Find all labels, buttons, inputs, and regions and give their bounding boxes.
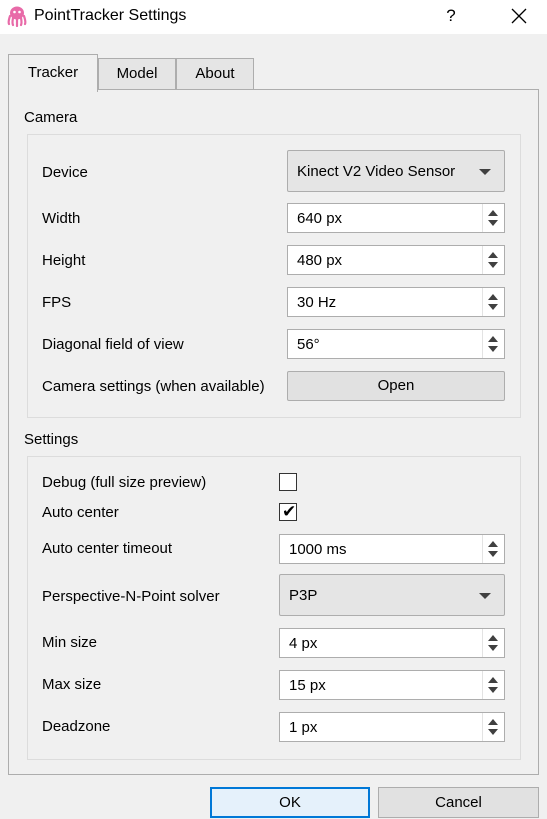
pnp-solver-combo[interactable]: P3P xyxy=(279,574,505,616)
arrow-down-icon[interactable] xyxy=(488,304,498,310)
height-label: Height xyxy=(42,252,86,269)
title-bar: PointTracker Settings ? xyxy=(0,0,547,34)
height-value: 480 px xyxy=(297,252,343,269)
height-spinbox[interactable]: 480 px xyxy=(287,245,505,275)
min-size-value: 4 px xyxy=(289,635,318,652)
spin-arrows[interactable] xyxy=(482,246,504,274)
arrow-up-icon[interactable] xyxy=(488,294,498,300)
arrow-up-icon[interactable] xyxy=(488,719,498,725)
camera-group: Device Kinect V2 Video Sensor Width 640 … xyxy=(27,134,521,418)
auto-center-timeout-label: Auto center timeout xyxy=(42,540,173,557)
max-size-value: 15 px xyxy=(289,677,326,694)
settings-section-title: Settings xyxy=(24,431,79,448)
arrow-down-icon[interactable] xyxy=(488,687,498,693)
fps-label: FPS xyxy=(42,294,72,311)
spin-arrows[interactable] xyxy=(482,535,504,563)
arrow-up-icon[interactable] xyxy=(488,210,498,216)
open-camera-settings-button[interactable]: Open xyxy=(287,371,505,401)
checkmark-icon: ✔ xyxy=(282,502,297,521)
help-button[interactable]: ? xyxy=(437,2,465,30)
arrow-down-icon[interactable] xyxy=(488,262,498,268)
min-size-label: Min size xyxy=(42,634,98,651)
fps-value: 30 Hz xyxy=(297,294,337,311)
fov-label: Diagonal field of view xyxy=(42,336,184,353)
auto-center-checkbox[interactable]: ✔ xyxy=(279,502,297,521)
cancel-button[interactable]: Cancel xyxy=(378,787,539,818)
chevron-down-icon xyxy=(479,169,491,175)
spin-arrows[interactable] xyxy=(482,713,504,741)
close-icon[interactable] xyxy=(505,4,533,30)
fov-value: 56° xyxy=(297,336,320,353)
width-spinbox[interactable]: 640 px xyxy=(287,203,505,233)
deadzone-label: Deadzone xyxy=(42,718,111,735)
tab-tracker[interactable]: Tracker xyxy=(8,54,98,92)
device-value: Kinect V2 Video Sensor xyxy=(297,163,456,180)
min-size-spinbox[interactable]: 4 px xyxy=(279,628,505,658)
ok-button[interactable]: OK xyxy=(210,787,370,818)
deadzone-spinbox[interactable]: 1 px xyxy=(279,712,505,742)
auto-center-timeout-spinbox[interactable]: 1000 ms xyxy=(279,534,505,564)
arrow-down-icon[interactable] xyxy=(488,729,498,735)
spin-arrows[interactable] xyxy=(482,629,504,657)
tab-panel-tracker: Camera Device Kinect V2 Video Sensor Wid… xyxy=(8,89,539,775)
tab-about[interactable]: About xyxy=(176,58,254,91)
auto-center-timeout-value: 1000 ms xyxy=(289,541,347,558)
camera-settings-label: Camera settings (when available) xyxy=(42,378,265,395)
spin-arrows[interactable] xyxy=(482,288,504,316)
arrow-up-icon[interactable] xyxy=(488,541,498,547)
width-value: 640 px xyxy=(297,210,343,227)
debug-label: Debug (full size preview) xyxy=(42,474,207,491)
pnp-solver-label: Perspective-N-Point solver xyxy=(42,588,220,605)
window-title: PointTracker Settings xyxy=(34,7,187,24)
arrow-down-icon[interactable] xyxy=(488,551,498,557)
arrow-down-icon[interactable] xyxy=(488,645,498,651)
pnp-solver-value: P3P xyxy=(289,587,318,604)
camera-section-title: Camera xyxy=(24,109,78,126)
spin-arrows[interactable] xyxy=(482,330,504,358)
auto-center-label: Auto center xyxy=(42,504,119,521)
debug-checkbox[interactable] xyxy=(279,473,297,491)
arrow-up-icon[interactable] xyxy=(488,336,498,342)
fov-spinbox[interactable]: 56° xyxy=(287,329,505,359)
arrow-up-icon[interactable] xyxy=(488,635,498,641)
spin-arrows[interactable] xyxy=(482,204,504,232)
tab-model[interactable]: Model xyxy=(98,58,176,91)
max-size-label: Max size xyxy=(42,676,102,693)
device-combo[interactable]: Kinect V2 Video Sensor xyxy=(287,150,505,192)
device-label: Device xyxy=(42,164,88,181)
deadzone-value: 1 px xyxy=(289,719,318,736)
chevron-down-icon xyxy=(479,593,491,599)
arrow-up-icon[interactable] xyxy=(488,677,498,683)
arrow-down-icon[interactable] xyxy=(488,346,498,352)
arrow-up-icon[interactable] xyxy=(488,252,498,258)
max-size-spinbox[interactable]: 15 px xyxy=(279,670,505,700)
arrow-down-icon[interactable] xyxy=(488,220,498,226)
octopus-icon xyxy=(7,6,27,27)
settings-group: Debug (full size preview) Auto center ✔ … xyxy=(27,456,521,760)
width-label: Width xyxy=(42,210,81,227)
spin-arrows[interactable] xyxy=(482,671,504,699)
fps-spinbox[interactable]: 30 Hz xyxy=(287,287,505,317)
